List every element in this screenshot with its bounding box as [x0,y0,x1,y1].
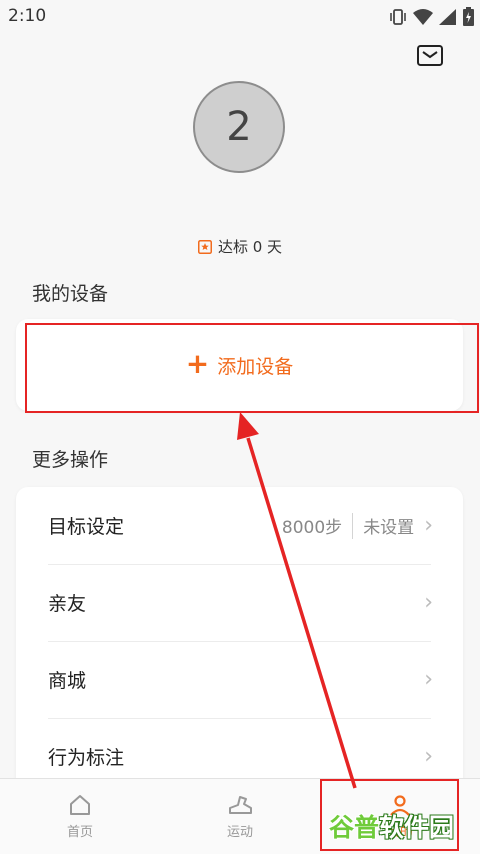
vibrate-icon [390,8,406,25]
menu-item-label: 目标设定 [48,516,125,538]
menu-item-label: 亲友 [48,593,87,615]
menu-item-goal-setting[interactable]: 目标设定 8000步 未设置 › [16,487,463,564]
goal-days-text: 达标 0 天 [217,238,283,256]
nav-home[interactable]: 首页 [0,779,160,854]
more-actions-title: 更多操作 [32,449,109,471]
wifi-icon [413,8,433,25]
goal-steps-value: 8000步 [281,518,343,538]
my-devices-title: 我的设备 [32,283,109,305]
status-icons [389,7,474,26]
home-icon [70,795,90,815]
nav-home-label: 首页 [66,825,93,840]
status-time: 2:10 [8,6,47,26]
divider [352,512,354,539]
annotation-box-add-device [25,323,479,413]
avatar[interactable]: 2 [193,81,285,173]
mail-icon [417,45,443,66]
chevron-right-icon: › [424,744,433,769]
menu-item-label: 商城 [48,670,87,692]
battery-icon [463,7,474,26]
chevron-right-icon: › [424,667,433,692]
message-button[interactable] [416,43,444,69]
menu-item-mall[interactable]: 商城 › [16,641,463,718]
signal-icon [439,8,456,25]
goal-status: 未设置 [363,518,415,538]
goal-days: 达标 0 天 [0,236,480,257]
nav-sport-label: 运动 [226,825,253,840]
status-bar: 2:10 [0,0,480,34]
star-badge-icon [197,239,212,254]
more-actions-menu: 目标设定 8000步 未设置 › 亲友 › 商城 › 行为标注 › [16,487,463,807]
menu-item-friends[interactable]: 亲友 › [16,564,463,641]
sport-icon [229,796,252,814]
avatar-text: 2 [226,104,252,150]
chevron-right-icon: › [424,513,433,538]
nav-sport[interactable]: 运动 [160,779,320,854]
menu-item-label: 行为标注 [48,747,125,769]
annotation-box-mine-tab [320,779,459,851]
chevron-right-icon: › [424,590,433,615]
